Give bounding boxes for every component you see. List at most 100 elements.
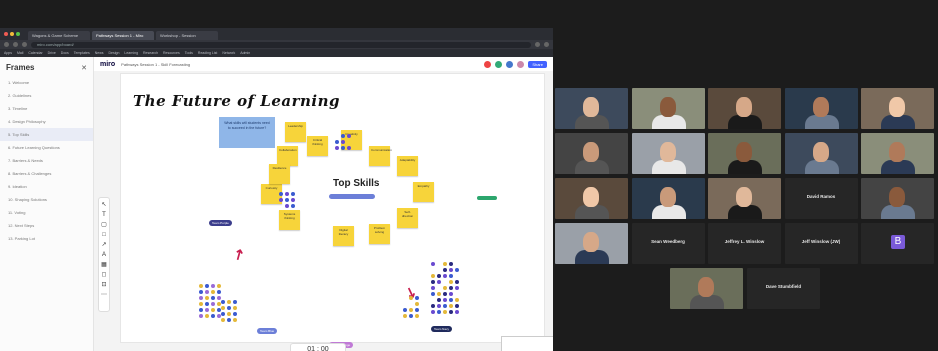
sticky-note[interactable]: Resilience: [269, 164, 290, 184]
center-label[interactable]: Top Skills: [333, 178, 380, 189]
participant-name-tile[interactable]: Sean Weedberg: [632, 223, 705, 264]
maximize-window-icon[interactable]: [16, 32, 20, 36]
arrow-icon[interactable]: ↗: [230, 244, 249, 265]
browser-tab[interactable]: Workshop - Session: [156, 31, 218, 40]
avatar[interactable]: [506, 61, 513, 68]
participant-video-tile[interactable]: [708, 88, 781, 129]
sticky-note[interactable]: Leadership: [285, 122, 306, 142]
frame-list-item[interactable]: 11. Voting: [0, 206, 93, 219]
frame-list-item[interactable]: 8. Barriers & Challenges: [0, 167, 93, 180]
sticky-note[interactable]: Critical thinking: [307, 136, 328, 156]
participant-video-tile[interactable]: [708, 178, 781, 219]
participant-video-tile[interactable]: [632, 178, 705, 219]
sticky-note[interactable]: Problem solving: [369, 224, 390, 244]
bookmark-link[interactable]: Tools: [185, 51, 193, 55]
profile-icon[interactable]: [544, 42, 549, 47]
bookmark-link[interactable]: Templates: [74, 51, 90, 55]
minimize-window-icon[interactable]: [10, 32, 14, 36]
comment-icon[interactable]: ◻: [102, 272, 107, 279]
sticky-note[interactable]: Empathy: [413, 182, 434, 202]
sticky-note[interactable]: Self-direction: [397, 208, 418, 228]
bookmark-link[interactable]: Learning: [124, 51, 138, 55]
bookmark-link[interactable]: Admin: [240, 51, 250, 55]
participant-video-tile[interactable]: [785, 88, 858, 129]
participant-avatar-tile[interactable]: B: [861, 223, 934, 264]
close-window-icon[interactable]: [4, 32, 8, 36]
participant-name-tile[interactable]: Jeff Winslow (JW): [785, 223, 858, 264]
back-icon[interactable]: [4, 42, 9, 47]
label-pill[interactable]: Team Blue: [257, 328, 277, 334]
board-name[interactable]: Pathways Session 1 - Skill Forecasting: [121, 62, 190, 67]
bookmark-link[interactable]: Apps: [4, 51, 12, 55]
frame-list-item[interactable]: 12. Next Steps: [0, 219, 93, 232]
sticky-note[interactable]: Digital literacy: [333, 226, 354, 246]
sticky-note[interactable]: Adaptability: [397, 156, 418, 176]
frame-list-item[interactable]: 4. Design Philosophy: [0, 115, 93, 128]
sticky-note[interactable]: Communication: [369, 146, 390, 166]
bookmark-link[interactable]: Reading List: [198, 51, 217, 55]
minimap[interactable]: [501, 336, 553, 351]
bookmark-link[interactable]: Calendar: [28, 51, 42, 55]
participant-video-tile[interactable]: [861, 133, 934, 174]
participant-video-tile[interactable]: [555, 88, 628, 129]
participant-video-tile[interactable]: [708, 133, 781, 174]
forward-icon[interactable]: [13, 42, 18, 47]
sticky-icon[interactable]: ▢: [101, 222, 107, 229]
participant-video-tile[interactable]: [861, 178, 934, 219]
label-pill[interactable]: Team Purple: [209, 220, 232, 226]
board-frame[interactable]: The Future of Learning What skills will …: [120, 73, 545, 343]
more-icon[interactable]: ⋯: [101, 292, 107, 299]
sticky-note[interactable]: Collaboration: [277, 146, 298, 166]
text-icon[interactable]: T: [102, 212, 106, 219]
prompt-note[interactable]: What skills will students need to succee…: [219, 117, 275, 148]
frame-list-item[interactable]: 3. Timeline: [0, 102, 93, 115]
avatar[interactable]: [495, 61, 502, 68]
bookmark-link[interactable]: Mail: [17, 51, 23, 55]
bookmark-link[interactable]: Drive: [48, 51, 56, 55]
frame-list-item[interactable]: 6. Future Learning Questions: [0, 141, 93, 154]
avatar[interactable]: [517, 61, 524, 68]
participant-video-tile[interactable]: [861, 88, 934, 129]
pen-icon[interactable]: A: [102, 252, 106, 259]
share-button[interactable]: Share: [528, 61, 547, 68]
participant-video-tile[interactable]: [670, 268, 743, 309]
green-chip[interactable]: [477, 196, 497, 200]
browser-tab-active[interactable]: Pathways Session 1 - Miro: [92, 31, 154, 40]
frame-list-item[interactable]: 9. Ideation: [0, 180, 93, 193]
shape-icon[interactable]: □: [102, 232, 106, 239]
participant-video-tile[interactable]: [632, 88, 705, 129]
miro-board[interactable]: miro Pathways Session 1 - Skill Forecast…: [94, 57, 553, 351]
bookmark-link[interactable]: News: [95, 51, 104, 55]
avatar[interactable]: [484, 61, 491, 68]
bookmark-link[interactable]: Resources: [163, 51, 180, 55]
participant-video-tile[interactable]: [555, 178, 628, 219]
frame-list-item[interactable]: 10. Shaping Solutions: [0, 193, 93, 206]
participant-video-tile[interactable]: [555, 133, 628, 174]
bookmark-link[interactable]: Docs: [61, 51, 69, 55]
browser-tab[interactable]: Wagons & Game Scheme: [28, 31, 90, 40]
label-pill[interactable]: Team Navy: [431, 326, 452, 332]
url-field[interactable]: miro.com/app/board/: [31, 42, 531, 48]
extensions-icon[interactable]: [535, 42, 540, 47]
participant-video-tile[interactable]: [785, 133, 858, 174]
bookmark-link[interactable]: Research: [143, 51, 158, 55]
frame-list-item[interactable]: 5. Top Skills: [0, 128, 93, 141]
frame-list-item[interactable]: 13. Parking Lot: [0, 232, 93, 245]
close-icon[interactable]: ✕: [81, 64, 87, 72]
upload-icon[interactable]: ⊡: [101, 282, 106, 289]
line-icon[interactable]: ↗: [101, 242, 106, 249]
participant-name-tile[interactable]: Jeffrey L. Winslow: [708, 223, 781, 264]
reload-icon[interactable]: [22, 42, 27, 47]
frame-list-item[interactable]: 2. Guidelines: [0, 89, 93, 102]
participant-name-tile[interactable]: Dave Stumbfield: [747, 268, 820, 309]
bookmark-link[interactable]: Network: [222, 51, 235, 55]
frame-list-item[interactable]: 1. Welcome: [0, 76, 93, 89]
participant-video-tile[interactable]: [555, 223, 628, 264]
bookmark-link[interactable]: Design: [109, 51, 120, 55]
frame-icon[interactable]: ▦: [101, 262, 107, 269]
select-icon[interactable]: ↖: [101, 202, 106, 209]
participant-name-tile[interactable]: David Ramos: [785, 178, 858, 219]
timer[interactable]: 01 : 00: [290, 343, 346, 351]
miro-logo[interactable]: miro: [100, 61, 115, 68]
frame-list-item[interactable]: 7. Barriers & Needs: [0, 154, 93, 167]
